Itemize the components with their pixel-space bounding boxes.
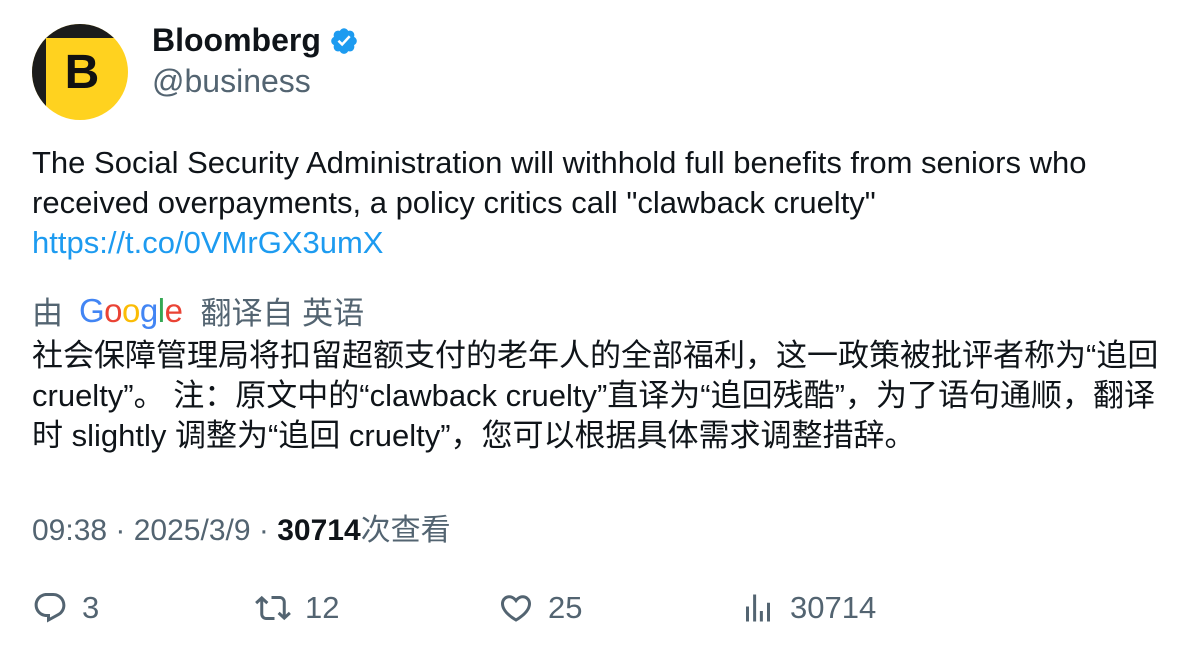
translated-text: 社会保障管理局将扣留超额支付的老年人的全部福利，这一政策被批评者称为“追回 cr… bbox=[32, 338, 1159, 453]
tweet-body: The Social Security Administration will … bbox=[32, 145, 1087, 220]
avatar-letter: B bbox=[64, 45, 100, 99]
heart-icon bbox=[500, 595, 532, 622]
translation-attribution[interactable]: 由 Google 翻译自 英语 bbox=[32, 288, 364, 333]
translation-prefix: 由 bbox=[32, 296, 63, 331]
retweet-icon bbox=[255, 595, 291, 621]
views-button[interactable]: 30714 bbox=[740, 590, 876, 626]
google-logo-letter: g bbox=[139, 291, 158, 329]
retweet-button[interactable]: 12 bbox=[255, 590, 339, 626]
author-handle[interactable]: @business bbox=[152, 63, 311, 100]
like-count: 25 bbox=[548, 590, 583, 625]
avatar[interactable]: B bbox=[32, 24, 128, 120]
verified-badge-icon bbox=[331, 27, 357, 54]
author-name-row: Bloomberg bbox=[152, 22, 359, 59]
translation-source-language: 翻译自 英语 bbox=[200, 296, 365, 331]
retweet-count: 12 bbox=[305, 590, 340, 625]
reply-icon bbox=[34, 593, 66, 623]
views-count: 30714 bbox=[277, 514, 361, 547]
views-label: 次查看 bbox=[360, 514, 451, 547]
author-display-name[interactable]: Bloomberg bbox=[152, 22, 321, 59]
tweet-date[interactable]: 2025/3/9 bbox=[134, 514, 251, 547]
analytics-icon bbox=[746, 594, 770, 622]
like-button[interactable]: 25 bbox=[498, 590, 582, 626]
tweet-time[interactable]: 09:38 bbox=[32, 514, 107, 547]
google-logo-letter: o bbox=[122, 291, 140, 329]
google-logo-letter: G bbox=[79, 291, 105, 329]
meta-separator: · bbox=[107, 514, 134, 547]
reply-button[interactable]: 3 bbox=[32, 590, 99, 626]
tweet-meta: 09:38 · 2025/3/9 · 30714次查看 bbox=[32, 505, 451, 549]
google-logo-letter: e bbox=[164, 291, 183, 329]
views-action-count: 30714 bbox=[790, 590, 877, 625]
google-logo: Google bbox=[79, 291, 183, 330]
google-logo-letter: l bbox=[157, 291, 165, 329]
tweet-link[interactable]: https://t.co/0VMrGX3umX bbox=[32, 223, 1172, 263]
reply-count: 3 bbox=[82, 590, 100, 625]
google-logo-letter: o bbox=[104, 291, 123, 329]
action-bar: 3 12 25 30714 bbox=[0, 590, 1196, 640]
meta-separator: · bbox=[250, 514, 278, 547]
tweet-text: The Social Security Administration will … bbox=[32, 143, 1172, 263]
